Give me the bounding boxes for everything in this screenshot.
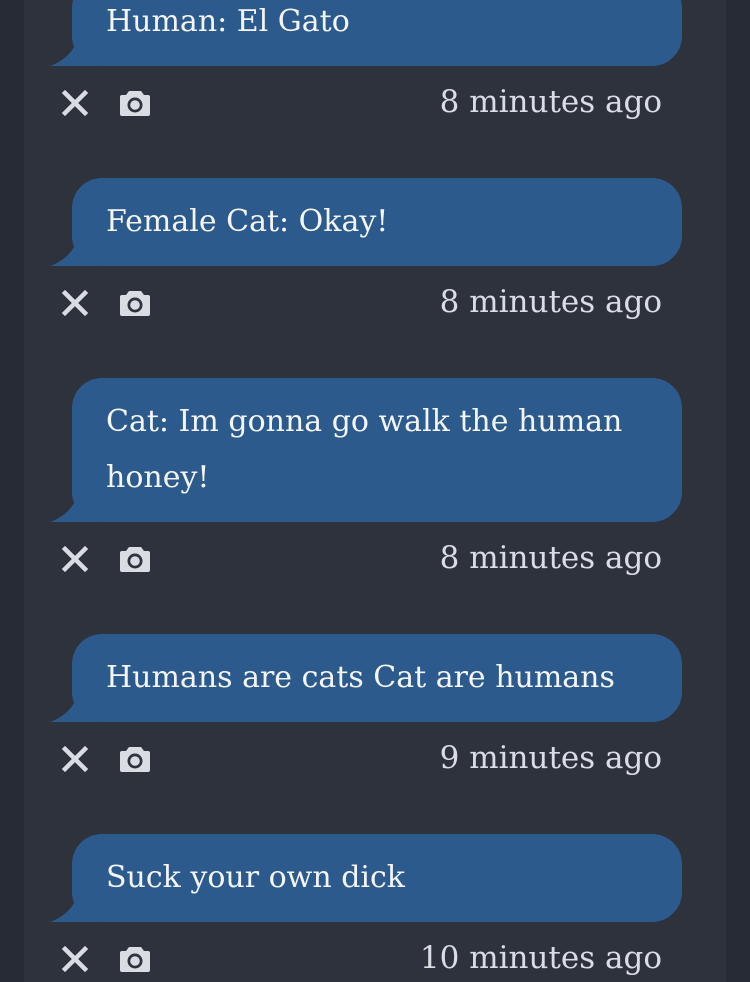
message-timestamp: 8 minutes ago <box>439 540 662 576</box>
camera-icon[interactable] <box>118 942 152 976</box>
camera-icon[interactable] <box>118 286 152 320</box>
message-meta: 8 minutes ago <box>0 84 750 126</box>
message-bubble: Human: El Gato <box>72 0 682 66</box>
message-bubble: Suck your own dick <box>72 834 682 922</box>
message-meta: 9 minutes ago <box>0 740 750 782</box>
message-text: Human: El Gato <box>106 4 350 39</box>
message-bubble: Female Cat: Okay! <box>72 178 682 266</box>
message-bubble: Humans are cats Cat are humans <box>72 634 682 722</box>
message-timestamp: 10 minutes ago <box>419 940 662 976</box>
camera-icon[interactable] <box>118 542 152 576</box>
message-timestamp: 8 minutes ago <box>439 284 662 320</box>
message-timestamp: 8 minutes ago <box>439 84 662 120</box>
message-text: Humans are cats Cat are humans <box>106 660 615 695</box>
message-text: Cat: Im gonna go walk the human honey! <box>106 404 623 495</box>
message-bubble: Cat: Im gonna go walk the human honey! <box>72 378 682 522</box>
message-meta: 8 minutes ago <box>0 284 750 326</box>
camera-icon[interactable] <box>118 742 152 776</box>
close-icon[interactable] <box>58 86 92 120</box>
close-icon[interactable] <box>58 286 92 320</box>
message-timestamp: 9 minutes ago <box>439 740 662 776</box>
message-text: Female Cat: Okay! <box>106 204 389 239</box>
close-icon[interactable] <box>58 542 92 576</box>
message-meta: 10 minutes ago <box>0 940 750 982</box>
chat-page: Human: El Gato 8 minutes ago Female Cat:… <box>0 0 750 982</box>
camera-icon[interactable] <box>118 86 152 120</box>
close-icon[interactable] <box>58 942 92 976</box>
close-icon[interactable] <box>58 742 92 776</box>
message-meta: 8 minutes ago <box>0 540 750 582</box>
message-text: Suck your own dick <box>106 860 405 895</box>
